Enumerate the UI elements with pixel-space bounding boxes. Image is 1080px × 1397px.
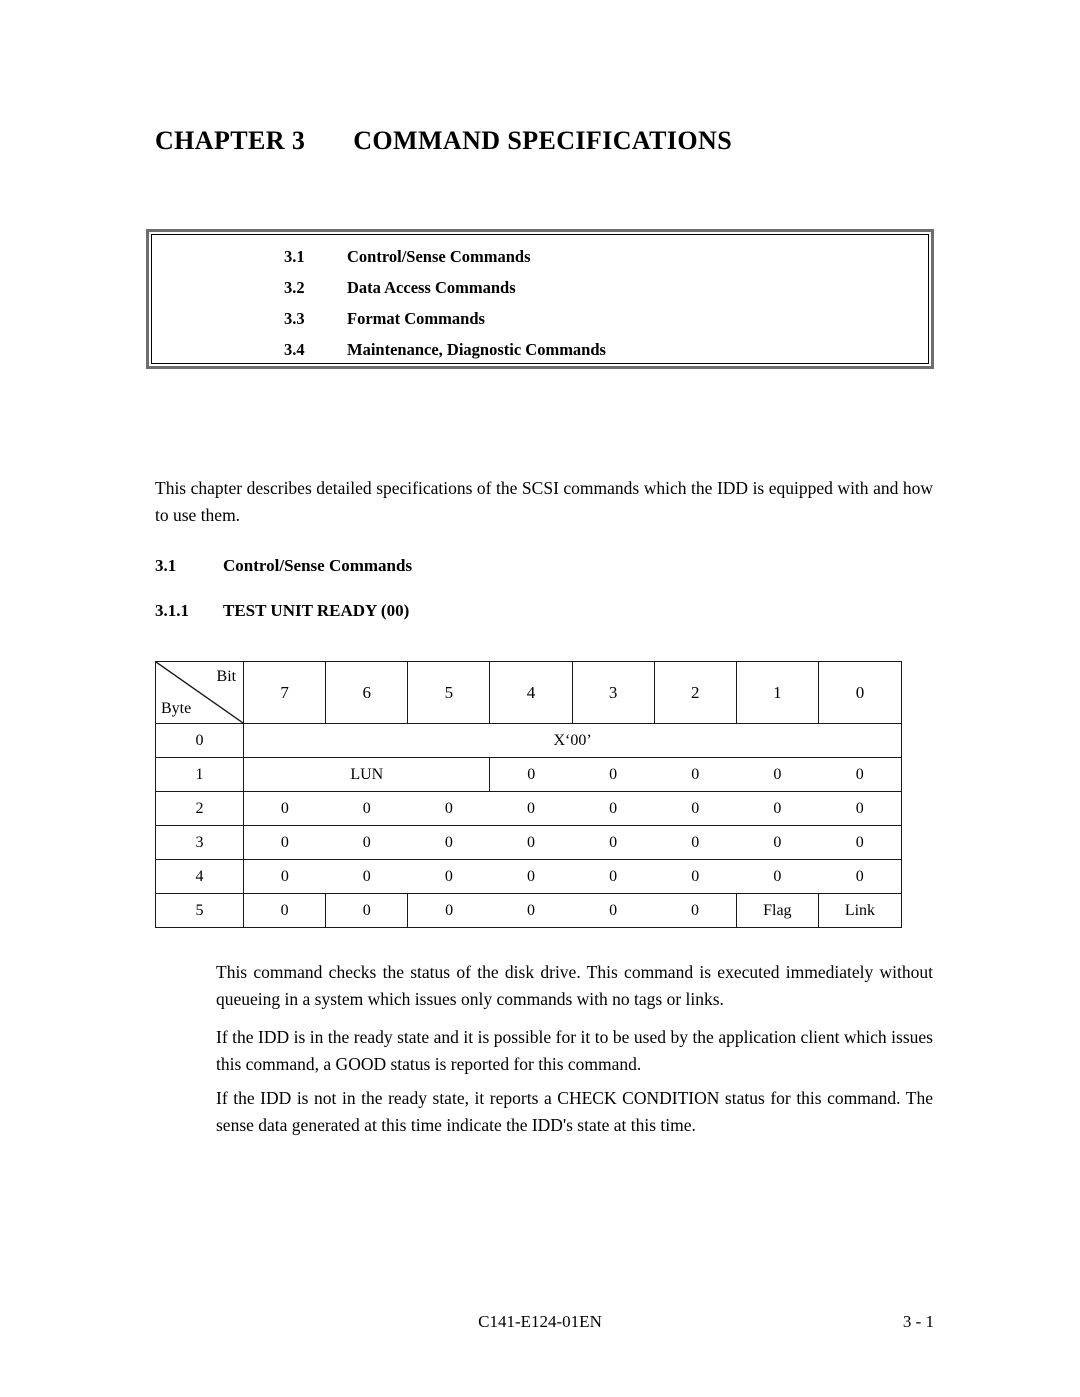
cdb-byte1-bit3: 0 xyxy=(572,757,655,792)
chapter-title: CHAPTER 3 COMMAND SPECIFICATIONS xyxy=(155,126,732,156)
cdb-byte1-lun: LUN xyxy=(243,757,491,792)
description-paragraph-1: This command checks the status of the di… xyxy=(216,962,933,1009)
table-header-row: Bit Byte 7 6 5 4 3 2 1 0 xyxy=(154,661,903,724)
byte-index-4: 4 xyxy=(154,859,245,894)
cdb-byte5-flag: Flag xyxy=(735,893,819,928)
cdb-byte5-bit4: 0 xyxy=(489,893,573,928)
chapter-intro-paragraph: This chapter describes detailed specific… xyxy=(155,478,933,525)
bit-byte-corner-cell: Bit Byte xyxy=(154,661,245,724)
cdb-byte3-bit3: 0 xyxy=(572,825,655,860)
toc-item[interactable]: 3.1 Control/Sense Commands xyxy=(284,247,606,278)
subsection-heading-text: TEST UNIT READY (00) xyxy=(223,601,410,620)
cdb-byte5-bit6: 0 xyxy=(325,893,409,928)
cdb-byte5-bit7: 0 xyxy=(243,893,327,928)
subsection-heading-number: 3.1.1 xyxy=(155,601,189,620)
table-row: 2 0 0 0 0 0 0 0 0 xyxy=(154,791,903,826)
bit-header-1: 1 xyxy=(735,661,819,724)
cdb-byte2-bit5: 0 xyxy=(407,791,490,826)
cdb-byte2-bit1: 0 xyxy=(736,791,819,826)
table-row: 4 0 0 0 0 0 0 0 0 xyxy=(154,859,903,894)
bit-header-7: 7 xyxy=(243,661,327,724)
byte-index-2: 2 xyxy=(154,791,245,826)
chapter-name: COMMAND SPECIFICATIONS xyxy=(353,126,733,155)
bit-header-5: 5 xyxy=(407,661,491,724)
cdb-byte4-bit5: 0 xyxy=(407,859,490,894)
cdb-byte3-bit6: 0 xyxy=(325,825,408,860)
bit-axis-label: Bit xyxy=(216,668,237,685)
bit-header-4: 4 xyxy=(489,661,573,724)
cdb-byte5-bit2: 0 xyxy=(654,893,737,928)
toc-item-number: 3.2 xyxy=(284,278,305,297)
bit-header-3: 3 xyxy=(571,661,655,724)
cdb-byte1-bit1: 0 xyxy=(736,757,819,792)
cdb-byte5-link: Link xyxy=(817,893,903,928)
toc-item[interactable]: 3.4 Maintenance, Diagnostic Commands xyxy=(284,340,606,371)
section-heading-number: 3.1 xyxy=(155,556,177,575)
description-paragraph-2: If the IDD is in the ready state and it … xyxy=(216,1027,933,1074)
cdb-byte3-bit0: 0 xyxy=(818,825,903,860)
table-row: 1 LUN 0 0 0 0 0 xyxy=(154,757,903,792)
cdb-byte2-bit3: 0 xyxy=(572,791,655,826)
document-page: CHAPTER 3 COMMAND SPECIFICATIONS 3.1 Cont… xyxy=(0,0,1080,1397)
cdb-byte4-bit7: 0 xyxy=(243,859,326,894)
bit-header-0: 0 xyxy=(817,661,903,724)
byte-index-0: 0 xyxy=(154,723,245,758)
cdb-byte1-bit2: 0 xyxy=(654,757,737,792)
cdb-byte2-bit6: 0 xyxy=(325,791,408,826)
cdb-byte2-bit4: 0 xyxy=(489,791,573,826)
chapter-contents-inner-border: 3.1 Control/Sense Commands 3.2 Data Acce… xyxy=(151,234,929,364)
section-heading-text: Control/Sense Commands xyxy=(223,556,413,575)
toc-item[interactable]: 3.2 Data Access Commands xyxy=(284,278,606,309)
table-row: 3 0 0 0 0 0 0 0 0 xyxy=(154,825,903,860)
subsection-heading-3-1-1: 3.1.1 TEST UNIT READY (00) xyxy=(155,601,409,621)
cdb-byte4-bit4: 0 xyxy=(489,859,573,894)
toc-item-number: 3.3 xyxy=(284,309,305,328)
cdb-byte3-bit4: 0 xyxy=(489,825,573,860)
cdb-byte2-bit0: 0 xyxy=(818,791,903,826)
cdb-bit-byte-table: Bit Byte 7 6 5 4 3 2 1 0 0 X‘00’ 1 LUN 0… xyxy=(154,661,903,928)
cdb-byte1-bit0: 0 xyxy=(818,757,903,792)
chapter-contents-box: 3.1 Control/Sense Commands 3.2 Data Acce… xyxy=(146,229,934,369)
toc-item-label: Maintenance, Diagnostic Commands xyxy=(347,340,606,359)
byte-index-1: 1 xyxy=(154,757,245,792)
cdb-byte4-bit6: 0 xyxy=(325,859,408,894)
table-row: 0 X‘00’ xyxy=(154,723,902,758)
cdb-byte3-bit5: 0 xyxy=(407,825,490,860)
cdb-byte3-bit1: 0 xyxy=(736,825,819,860)
section-heading-3-1: 3.1 Control/Sense Commands xyxy=(155,556,412,576)
byte-index-3: 3 xyxy=(154,825,245,860)
chapter-label: CHAPTER 3 xyxy=(155,126,306,155)
cdb-byte5-bit3: 0 xyxy=(572,893,655,928)
footer-page-number: 3 - 1 xyxy=(902,1312,934,1331)
toc-item-label: Format Commands xyxy=(347,309,485,328)
toc-item-number: 3.4 xyxy=(284,340,305,359)
cdb-byte4-bit3: 0 xyxy=(572,859,655,894)
bit-header-6: 6 xyxy=(325,661,409,724)
cdb-byte3-bit7: 0 xyxy=(243,825,326,860)
bit-header-2: 2 xyxy=(653,661,737,724)
cdb-byte2-bit7: 0 xyxy=(243,791,326,826)
cdb-byte0-opcode: X‘00’ xyxy=(243,723,902,758)
cdb-byte3-bit2: 0 xyxy=(654,825,737,860)
chapter-contents-list: 3.1 Control/Sense Commands 3.2 Data Acce… xyxy=(284,247,606,371)
toc-item[interactable]: 3.3 Format Commands xyxy=(284,309,606,340)
table-row: 5 0 0 0 0 0 0 Flag Link xyxy=(154,893,903,928)
byte-index-5: 5 xyxy=(154,893,245,928)
cdb-byte4-bit1: 0 xyxy=(736,859,819,894)
cdb-byte4-bit2: 0 xyxy=(654,859,737,894)
byte-axis-label: Byte xyxy=(161,700,192,717)
toc-item-label: Control/Sense Commands xyxy=(347,247,531,266)
toc-item-label: Data Access Commands xyxy=(347,278,516,297)
cdb-byte5-bit5: 0 xyxy=(407,893,490,928)
description-paragraph-3: If the IDD is not in the ready state, it… xyxy=(216,1088,933,1135)
toc-item-number: 3.1 xyxy=(284,247,305,266)
cdb-byte1-bit4: 0 xyxy=(489,757,573,792)
cdb-byte2-bit2: 0 xyxy=(654,791,737,826)
cdb-byte4-bit0: 0 xyxy=(818,859,903,894)
